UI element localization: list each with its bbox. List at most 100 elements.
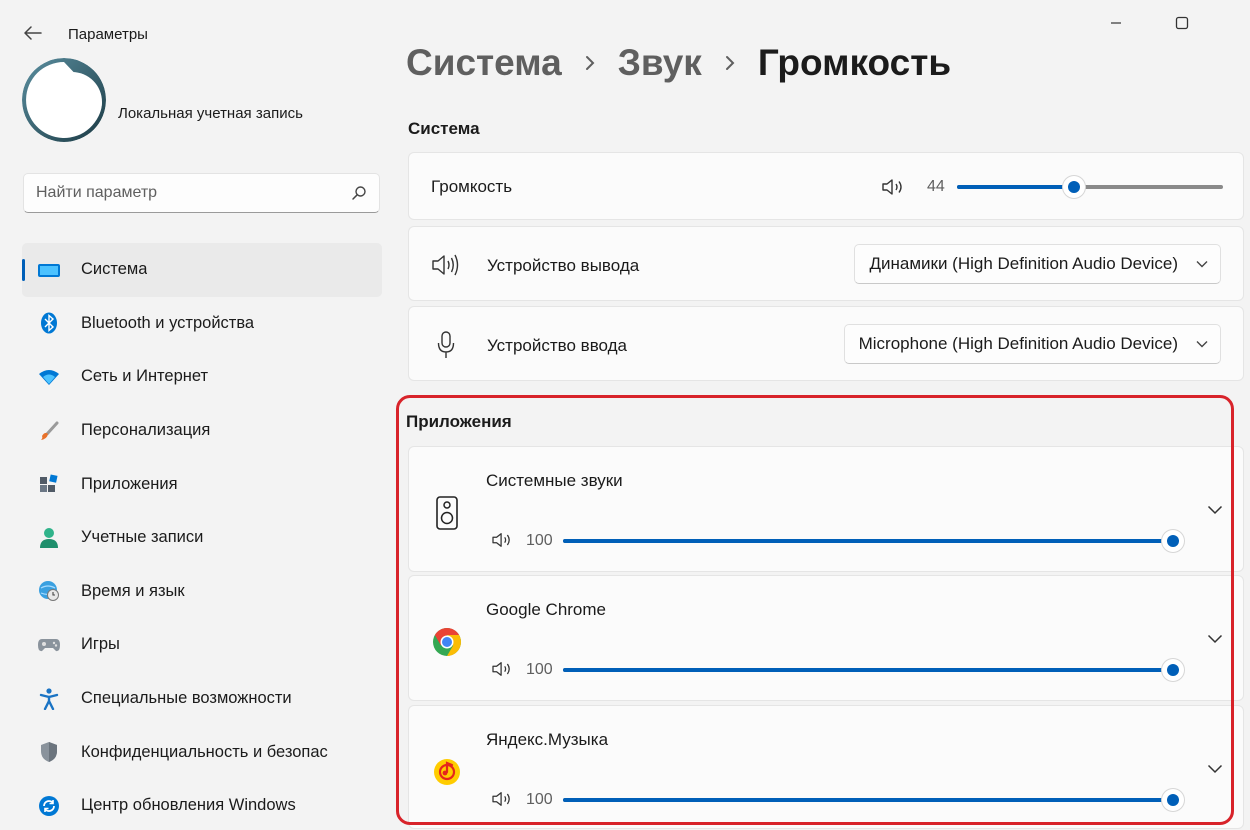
sidebar-item-label: Конфиденциальность и безопас [81, 742, 328, 761]
master-volume-card: Громкость 44 [408, 152, 1244, 220]
windows-update-icon [36, 795, 62, 817]
app-volume-slider-thumb[interactable] [1162, 659, 1184, 681]
chevron-down-icon [1196, 340, 1208, 348]
title-bar: Параметры [0, 0, 1250, 43]
accessibility-icon [36, 687, 62, 710]
minimize-icon [1111, 22, 1121, 24]
apps-icon [36, 473, 62, 495]
breadcrumb-sound[interactable]: Звук [618, 42, 702, 84]
chevron-down-icon[interactable] [1207, 505, 1223, 515]
sidebar-item-label: Специальные возможности [81, 689, 292, 708]
sidebar-item-privacy[interactable]: Конфиденциальность и безопас [22, 725, 382, 779]
sidebar-item-network[interactable]: Сеть и Интернет [22, 350, 382, 404]
microphone-icon [437, 331, 455, 364]
maximize-button[interactable] [1162, 10, 1202, 36]
sidebar-item-time-language[interactable]: Время и язык [22, 565, 382, 619]
section-heading-apps: Приложения [406, 412, 512, 431]
input-device-card: Устройство ввода Microphone (High Defini… [408, 306, 1244, 381]
speaker-mute-icon[interactable] [491, 790, 513, 813]
search-input[interactable] [36, 184, 351, 202]
volume-slider-fill [957, 185, 1074, 189]
app-name: Системные звуки [486, 471, 623, 490]
sidebar-item-label: Bluetooth и устройства [81, 313, 255, 332]
chevron-right-icon [584, 54, 596, 72]
account-name: Локальная учетная запись [118, 105, 303, 122]
volume-slider-thumb[interactable] [1063, 176, 1085, 198]
app-volume-card-chrome: Google Chrome 100 [408, 575, 1244, 701]
sidebar-item-personalization[interactable]: Персонализация [22, 404, 382, 458]
chevron-down-icon[interactable] [1207, 764, 1223, 774]
speaker-mute-icon[interactable] [491, 660, 513, 683]
yandex-music-icon [431, 756, 463, 788]
bluetooth-icon [36, 312, 62, 334]
chevron-down-icon[interactable] [1207, 634, 1223, 644]
output-device-dropdown[interactable]: Динамики (High Definition Audio Device) [854, 244, 1221, 284]
input-device-selected: Microphone (High Definition Audio Device… [858, 334, 1178, 353]
shield-icon [36, 741, 62, 763]
globe-clock-icon [36, 580, 62, 602]
output-device-label: Устройство вывода [487, 256, 640, 275]
app-volume-slider-thumb[interactable] [1162, 789, 1184, 811]
app-volume-value: 100 [526, 791, 553, 808]
chrome-icon [431, 626, 463, 658]
app-name: Яндекс.Музыка [486, 730, 609, 749]
sidebar-item-accounts[interactable]: Учетные записи [22, 511, 382, 565]
gamepad-icon [36, 634, 62, 656]
sidebar-item-apps[interactable]: Приложения [22, 457, 382, 511]
input-device-label: Устройство ввода [487, 336, 627, 355]
sidebar-item-label: Учетные записи [81, 528, 204, 547]
app-volume-card-yandex-music: Яндекс.Музыка 100 [408, 705, 1244, 829]
sidebar-item-label: Сеть и Интернет [81, 367, 209, 386]
app-volume-value: 100 [526, 532, 553, 549]
paint-brush-icon [36, 420, 62, 442]
user-icon [36, 527, 62, 549]
sidebar-item-accessibility[interactable]: Специальные возможности [22, 672, 382, 726]
app-volume-slider-fill [563, 798, 1173, 802]
sidebar-item-bluetooth[interactable]: Bluetooth и устройства [22, 297, 382, 351]
speaker-icon [431, 253, 461, 282]
app-volume-slider-fill [563, 668, 1173, 672]
minimize-button[interactable] [1096, 10, 1136, 36]
sidebar-item-system[interactable]: Система [22, 243, 382, 297]
avatar-image [22, 58, 106, 142]
speaker-mute-icon[interactable] [491, 531, 513, 554]
search-box[interactable] [23, 173, 380, 213]
sidebar-item-gaming[interactable]: Игры [22, 618, 382, 672]
output-device-card: Устройство вывода Динамики (High Definit… [408, 226, 1244, 301]
breadcrumb: Система Звук Громкость [406, 42, 951, 84]
chevron-down-icon [1196, 260, 1208, 268]
chevron-right-icon [724, 54, 736, 72]
app-volume-slider[interactable] [563, 789, 1184, 811]
app-volume-value: 100 [526, 661, 553, 678]
sidebar-item-label: Время и язык [81, 581, 185, 600]
app-volume-slider-thumb[interactable] [1162, 530, 1184, 552]
sidebar-item-label: Игры [81, 635, 120, 654]
volume-label: Громкость [431, 177, 513, 196]
sidebar-item-label: Приложения [81, 474, 178, 493]
volume-value: 44 [927, 178, 945, 195]
breadcrumb-system[interactable]: Система [406, 42, 562, 84]
volume-slider[interactable] [957, 176, 1223, 198]
page-title: Громкость [757, 42, 952, 83]
sidebar-item-label: Система [81, 260, 148, 279]
app-name: Google Chrome [486, 600, 607, 619]
speaker-mute-icon[interactable] [881, 177, 905, 202]
input-device-dropdown[interactable]: Microphone (High Definition Audio Device… [843, 324, 1221, 364]
search-icon[interactable] [351, 185, 367, 201]
sidebar-item-windows-update[interactable]: Центр обновления Windows [22, 779, 382, 830]
system-sounds-icon [431, 496, 463, 530]
sidebar-item-label: Центр обновления Windows [81, 796, 296, 815]
app-title: Параметры [68, 26, 148, 43]
app-volume-slider[interactable] [563, 659, 1184, 681]
section-heading-system: Система [408, 119, 480, 138]
wifi-icon [36, 366, 62, 388]
app-volume-slider[interactable] [563, 530, 1184, 552]
back-button[interactable] [22, 22, 44, 44]
app-volume-slider-fill [563, 539, 1173, 543]
arrow-left-icon [24, 26, 42, 40]
maximize-icon [1175, 16, 1189, 30]
system-monitor-icon [36, 259, 62, 281]
avatar[interactable] [22, 58, 106, 142]
sidebar-item-label: Персонализация [81, 421, 211, 440]
output-device-selected: Динамики (High Definition Audio Device) [869, 254, 1178, 273]
